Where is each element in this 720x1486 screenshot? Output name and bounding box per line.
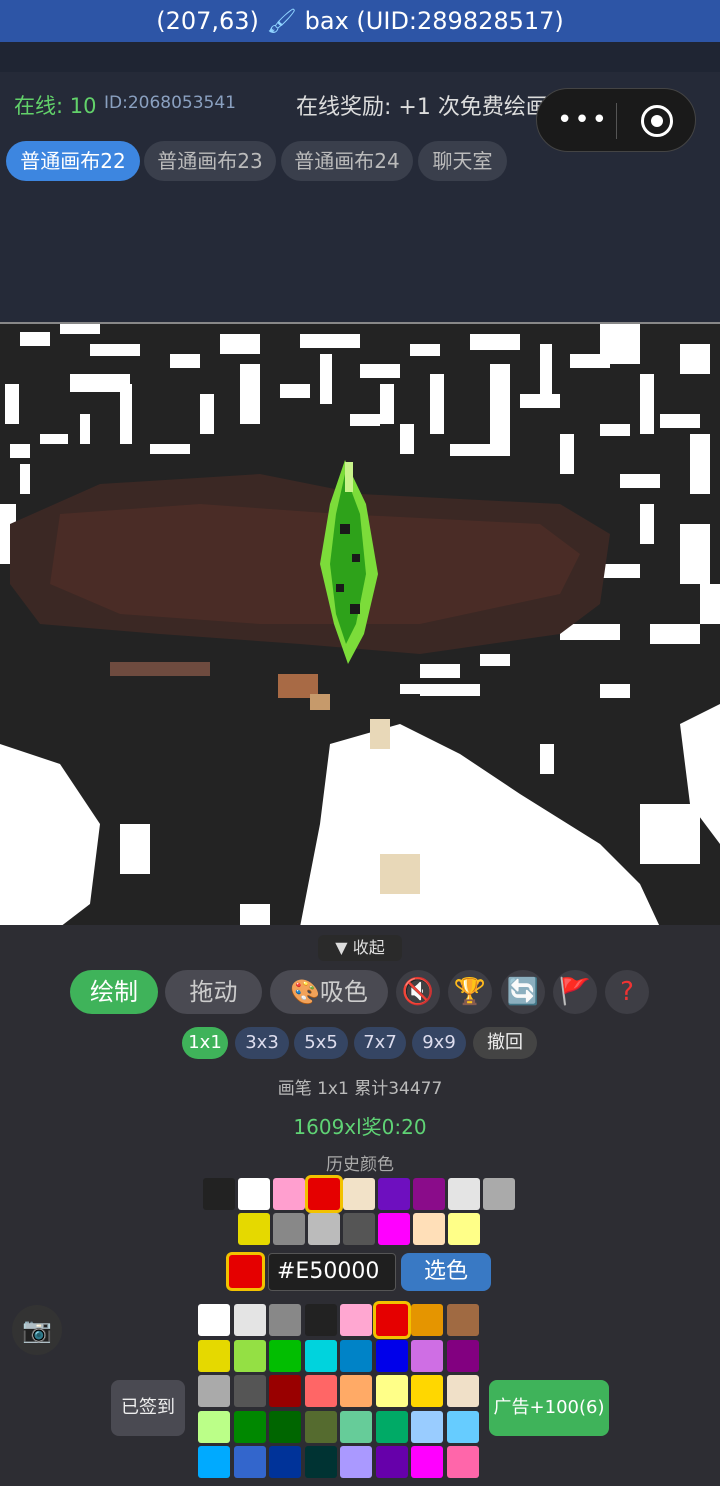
history-color-swatch[interactable]	[203, 1178, 235, 1210]
palette-color-swatch[interactable]	[411, 1375, 443, 1407]
palette-color-swatch[interactable]	[233, 1410, 266, 1443]
palette-color-swatch[interactable]	[233, 1304, 266, 1336]
brush-size-1x1[interactable]: 1x1	[182, 1027, 228, 1059]
palette-color-swatch[interactable]	[198, 1410, 230, 1443]
tab-canvas-22[interactable]: 普通画布22	[6, 141, 140, 181]
palette-color-swatch[interactable]	[340, 1410, 372, 1443]
history-colors-label: 历史颜色	[326, 1155, 394, 1175]
trophy-icon[interactable]: 🏆	[448, 970, 492, 1014]
palette-color-swatch[interactable]	[198, 1304, 230, 1336]
palette-color-swatch[interactable]	[304, 1339, 337, 1372]
room-id: ID:2068053541	[104, 93, 236, 113]
history-color-swatch[interactable]	[413, 1178, 445, 1210]
ad-reward-button[interactable]: 广告+100(6)	[489, 1380, 609, 1436]
palette-color-swatch[interactable]	[411, 1446, 443, 1478]
palette-color-swatch[interactable]	[340, 1339, 372, 1372]
history-color-swatch[interactable]	[483, 1178, 515, 1210]
brush-size-5x5[interactable]: 5x5	[294, 1027, 348, 1059]
history-color-swatch[interactable]	[238, 1213, 270, 1245]
pixel-canvas[interactable]	[0, 322, 720, 925]
mute-icon[interactable]: 🔇	[396, 970, 440, 1014]
tab-chatroom[interactable]: 聊天室	[418, 141, 507, 181]
palette-color-swatch[interactable]	[304, 1410, 337, 1443]
palette-color-swatch[interactable]	[446, 1446, 479, 1478]
more-icon[interactable]: •••	[557, 107, 609, 133]
history-color-swatch[interactable]	[273, 1178, 305, 1210]
palette-color-swatch[interactable]	[375, 1410, 408, 1443]
palette-color-swatch[interactable]	[446, 1339, 479, 1372]
history-color-swatch[interactable]	[378, 1178, 410, 1210]
online-count: 在线: 10	[14, 94, 97, 118]
history-color-swatch[interactable]	[308, 1178, 340, 1210]
palette-color-swatch[interactable]	[269, 1339, 301, 1372]
palette-color-swatch[interactable]	[446, 1410, 479, 1443]
palette-color-swatch[interactable]	[233, 1339, 266, 1372]
brush-size-9x9[interactable]: 9x9	[412, 1027, 466, 1059]
current-color-swatch	[229, 1255, 262, 1288]
close-target-icon[interactable]	[641, 105, 673, 137]
palette-color-swatch[interactable]	[375, 1375, 408, 1407]
brush-info: 画笔 1x1 累计34477	[277, 1079, 443, 1099]
tab-canvas-24[interactable]: 普通画布24	[281, 141, 413, 181]
history-color-swatch[interactable]	[273, 1213, 305, 1245]
palette-color-swatch[interactable]	[233, 1446, 266, 1478]
mode-draw-button[interactable]: 绘制	[70, 970, 158, 1014]
history-color-swatch[interactable]	[238, 1178, 270, 1210]
signed-in-button[interactable]: 已签到	[111, 1380, 185, 1436]
online-reward-text: 在线奖励: +1 次免费绘画!	[296, 95, 557, 120]
palette-color-swatch[interactable]	[198, 1375, 230, 1407]
history-color-swatch[interactable]	[378, 1213, 410, 1245]
mode-drag-button[interactable]: 拖动	[165, 970, 262, 1014]
camera-icon[interactable]: 📷	[12, 1305, 62, 1355]
help-icon[interactable]: ?	[605, 970, 649, 1014]
palette-color-swatch[interactable]	[269, 1304, 301, 1336]
collapse-button[interactable]: ▼ 收起	[318, 935, 402, 961]
palette-color-swatch[interactable]	[446, 1304, 479, 1336]
palette-color-swatch[interactable]	[340, 1446, 372, 1478]
miniprogram-capsule: •••	[536, 88, 696, 152]
pick-color-button[interactable]: 选色	[401, 1253, 491, 1291]
mode-eyedropper-button[interactable]: 🎨吸色	[270, 970, 388, 1014]
palette-color-swatch[interactable]	[375, 1446, 408, 1478]
brush-size-3x3[interactable]: 3x3	[235, 1027, 289, 1059]
history-color-swatch[interactable]	[308, 1213, 340, 1245]
palette-color-swatch[interactable]	[269, 1410, 301, 1443]
brush-icon: 🖌	[266, 7, 298, 35]
palette-color-swatch[interactable]	[340, 1304, 372, 1336]
flag-icon[interactable]: 🚩	[553, 970, 597, 1014]
header-divider	[0, 42, 720, 72]
refresh-icon[interactable]: 🔄	[501, 970, 545, 1014]
award-timer: 1609xl奖0:20	[293, 1115, 427, 1139]
palette-color-swatch[interactable]	[340, 1375, 372, 1407]
palette-color-swatch[interactable]	[304, 1446, 337, 1478]
history-color-swatch[interactable]	[448, 1213, 480, 1245]
palette-color-swatch[interactable]	[233, 1375, 266, 1407]
undo-button[interactable]: 撤回	[473, 1027, 537, 1059]
palette-color-swatch[interactable]	[304, 1375, 337, 1407]
history-color-swatch[interactable]	[448, 1178, 480, 1210]
palette-color-swatch[interactable]	[411, 1339, 443, 1372]
palette-color-swatch[interactable]	[446, 1375, 479, 1407]
palette-color-swatch[interactable]	[198, 1446, 230, 1478]
palette-color-swatch[interactable]	[411, 1410, 443, 1443]
history-color-swatch[interactable]	[343, 1178, 375, 1210]
palette-color-swatch[interactable]	[375, 1304, 408, 1336]
palette-color-swatch[interactable]	[411, 1304, 443, 1336]
top-status-bar: (207,63) 🖌 bax (UID:289828517)	[0, 0, 720, 42]
palette-color-swatch[interactable]	[269, 1446, 301, 1478]
history-color-swatch[interactable]	[413, 1213, 445, 1245]
canvas-art	[0, 324, 720, 925]
palette-color-swatch[interactable]	[198, 1339, 230, 1372]
hex-color-input[interactable]: #E50000	[268, 1253, 396, 1291]
tab-canvas-23[interactable]: 普通画布23	[144, 141, 276, 181]
palette-color-swatch[interactable]	[269, 1375, 301, 1407]
palette-color-swatch[interactable]	[304, 1304, 337, 1336]
brush-size-7x7[interactable]: 7x7	[354, 1027, 406, 1059]
palette-color-swatch[interactable]	[375, 1339, 408, 1372]
user-label: bax (UID:289828517)	[304, 7, 564, 35]
coordinate-readout: (207,63)	[156, 7, 259, 35]
history-color-swatch[interactable]	[343, 1213, 375, 1245]
